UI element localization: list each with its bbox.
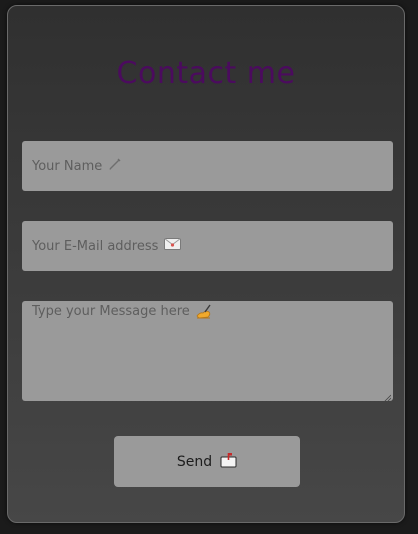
envelope-icon: [164, 238, 182, 254]
send-button-label: Send: [176, 453, 213, 470]
writing-hand-icon: [196, 304, 212, 323]
name-input[interactable]: Your Name: [22, 141, 393, 191]
email-input[interactable]: Your E-Mail address: [22, 221, 393, 271]
resize-grip-icon[interactable]: [383, 391, 392, 403]
name-placeholder: Your Name: [32, 158, 103, 174]
pen-icon: [108, 157, 122, 175]
mailbox-icon: [220, 452, 237, 472]
send-button[interactable]: Send: [114, 436, 300, 487]
contact-card: Contact me Your Name Your E-Mail address…: [7, 5, 405, 523]
email-placeholder: Your E-Mail address: [32, 238, 159, 254]
page-title: Contact me: [116, 56, 296, 91]
message-placeholder: Type your Message here: [32, 304, 190, 319]
message-textarea[interactable]: Type your Message here: [22, 301, 393, 403]
